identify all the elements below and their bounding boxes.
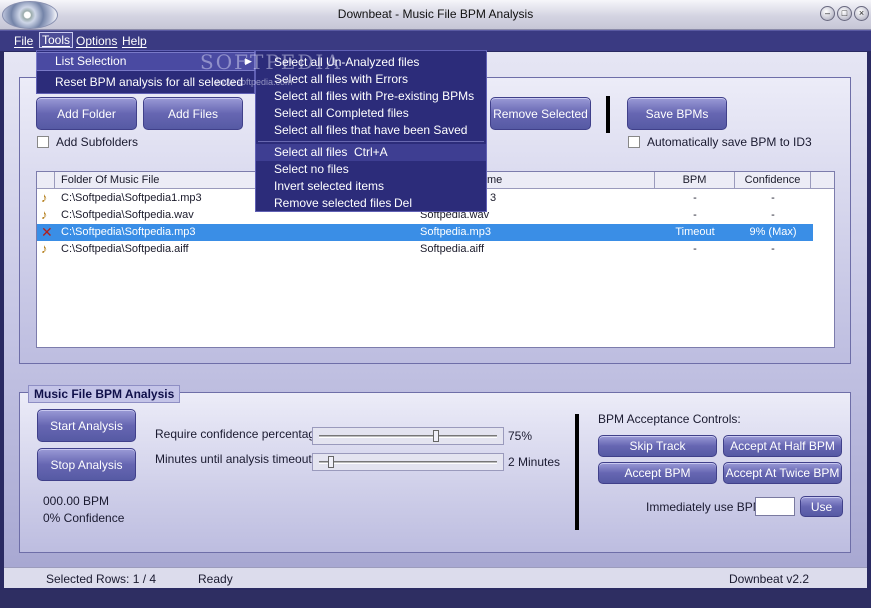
menu-separator xyxy=(258,141,484,142)
softpedia-watermark: SOFTPEDIA xyxy=(200,50,342,74)
slider-thumb[interactable] xyxy=(433,430,439,442)
acceptance-controls-title: BPM Acceptance Controls: xyxy=(598,412,741,426)
immediate-bpm-input[interactable] xyxy=(755,497,795,516)
immediate-bpm-label: Immediately use BPM: xyxy=(646,500,767,514)
menu-item-select-all[interactable]: Select all files Ctrl+A xyxy=(256,144,486,161)
file-name: Softpedia.aiff xyxy=(420,243,485,255)
window-title: Downbeat - Music File BPM Analysis xyxy=(337,7,534,21)
add-files-button[interactable]: Add Files xyxy=(143,97,243,130)
menu-file[interactable]: File xyxy=(14,34,33,48)
menu-item-select-preexisting[interactable]: Select all files with Pre-existing BPMs xyxy=(256,88,486,105)
menu-item-label: Select all files xyxy=(274,145,348,159)
music-note-icon: ♪ xyxy=(41,207,48,222)
menu-item-select-saved[interactable]: Select all files that have been Saved xyxy=(256,122,486,139)
confidence-value: 75% xyxy=(508,429,533,443)
music-note-icon: ♪ xyxy=(41,241,48,256)
file-bpm: - xyxy=(693,209,697,221)
auto-save-label: Automatically save BPM to ID3 xyxy=(647,135,812,149)
timeout-slider[interactable] xyxy=(312,453,504,471)
softpedia-watermark-url: www.softpedia.com xyxy=(215,77,293,87)
menu-item-label: Select all files that have been Saved xyxy=(274,123,468,137)
confidence-readout: 0% Confidence xyxy=(43,511,125,525)
app-logo-icon xyxy=(2,1,58,29)
file-row[interactable]: ♪ C:\Softpedia\Softpedia.aiff Softpedia.… xyxy=(37,241,813,258)
slider-track xyxy=(319,461,497,464)
file-path: C:\Softpedia\Softpedia1.mp3 xyxy=(61,192,202,204)
menu-tools[interactable]: Tools xyxy=(39,32,74,48)
remove-selected-button[interactable]: Remove Selected xyxy=(490,97,591,130)
add-folder-button[interactable]: Add Folder xyxy=(36,97,137,130)
menu-help[interactable]: Help xyxy=(122,34,147,48)
music-note-icon: ♪ xyxy=(41,190,48,205)
start-analysis-button[interactable]: Start Analysis xyxy=(37,409,136,442)
menu-item-label: Select no files xyxy=(274,162,349,176)
menu-item-label: Remove selected files xyxy=(274,196,392,210)
menu-item-label: Select all files with Errors xyxy=(274,72,409,86)
menu-options[interactable]: Options xyxy=(76,34,117,48)
version-text: Downbeat v2.2 xyxy=(729,572,810,586)
accept-twice-bpm-button[interactable]: Accept At Twice BPM xyxy=(723,462,842,484)
file-confidence: - xyxy=(771,243,775,255)
window-bottom-edge xyxy=(0,590,871,608)
bpm-column-header[interactable]: BPM xyxy=(655,172,735,189)
file-name: Softpedia.mp3 xyxy=(420,226,491,238)
menu-item-label: Select all files with Pre-existing BPMs xyxy=(274,89,475,103)
icon-column-header[interactable] xyxy=(37,172,55,189)
skip-track-button[interactable]: Skip Track xyxy=(598,435,717,457)
file-name: 3 xyxy=(490,192,497,204)
menu-item-remove-selected[interactable]: Remove selected files Del xyxy=(256,195,486,212)
menu-bar: File Tools Options Help xyxy=(0,30,871,51)
file-bpm: - xyxy=(693,243,697,255)
status-text: Ready xyxy=(198,572,233,586)
timeout-slider-label: Minutes until analysis timeout: xyxy=(155,452,316,466)
menu-item-shortcut: Ctrl+A xyxy=(354,145,388,159)
menu-item-select-none[interactable]: Select no files xyxy=(256,161,486,178)
confidence-slider[interactable] xyxy=(312,427,504,445)
list-selection-submenu: Select all Un-Analyzed files Select all … xyxy=(255,50,487,212)
accept-half-bpm-button[interactable]: Accept At Half BPM xyxy=(723,435,842,457)
file-row-selected[interactable]: ✕ C:\Softpedia\Softpedia.mp3 Softpedia.m… xyxy=(37,224,813,241)
menu-item-label: List Selection xyxy=(55,54,127,68)
menu-item-label: Select all Completed files xyxy=(274,106,409,120)
file-path: C:\Softpedia\Softpedia.mp3 xyxy=(61,226,196,238)
add-subfolders-checkbox[interactable] xyxy=(37,136,49,148)
slider-track xyxy=(319,435,497,438)
file-path: C:\Softpedia\Softpedia.aiff xyxy=(61,243,189,255)
analysis-separator xyxy=(575,414,579,530)
stop-analysis-button[interactable]: Stop Analysis xyxy=(37,448,136,481)
file-path: C:\Softpedia\Softpedia.wav xyxy=(61,209,194,221)
file-confidence: - xyxy=(771,192,775,204)
bpm-readout: 000.00 BPM xyxy=(43,494,110,508)
auto-save-checkbox[interactable] xyxy=(628,136,640,148)
add-subfolders-label: Add Subfolders xyxy=(56,135,139,149)
slider-thumb[interactable] xyxy=(328,456,334,468)
analysis-panel-title: Music File BPM Analysis xyxy=(28,385,181,403)
error-x-icon: ✕ xyxy=(41,224,53,240)
file-confidence: 9% (Max) xyxy=(749,226,797,238)
save-bpms-button[interactable]: Save BPMs xyxy=(627,97,727,130)
use-bpm-button[interactable]: Use xyxy=(800,496,843,517)
confidence-slider-label: Require confidence percentage: xyxy=(155,427,326,441)
menu-item-invert-selection[interactable]: Invert selected items xyxy=(256,178,486,195)
close-button[interactable]: × xyxy=(854,6,869,21)
title-bar: Downbeat - Music File BPM Analysis – □ × xyxy=(0,0,871,30)
selected-rows-status: Selected Rows: 1 / 4 xyxy=(46,572,157,586)
confidence-column-header[interactable]: Confidence xyxy=(735,172,811,189)
toolbar-separator xyxy=(606,96,610,133)
file-bpm: - xyxy=(693,192,697,204)
maximize-button[interactable]: □ xyxy=(837,6,852,21)
file-confidence: - xyxy=(771,209,775,221)
menu-item-shortcut: Del xyxy=(394,196,413,210)
status-bar: Selected Rows: 1 / 4 Ready Downbeat v2.2 xyxy=(4,567,867,588)
timeout-value: 2 Minutes xyxy=(508,455,561,469)
menu-item-select-completed[interactable]: Select all Completed files xyxy=(256,105,486,122)
file-bpm: Timeout xyxy=(675,226,715,238)
menu-item-label: Invert selected items xyxy=(274,179,385,193)
minimize-button[interactable]: – xyxy=(820,6,835,21)
accept-bpm-button[interactable]: Accept BPM xyxy=(598,462,717,484)
